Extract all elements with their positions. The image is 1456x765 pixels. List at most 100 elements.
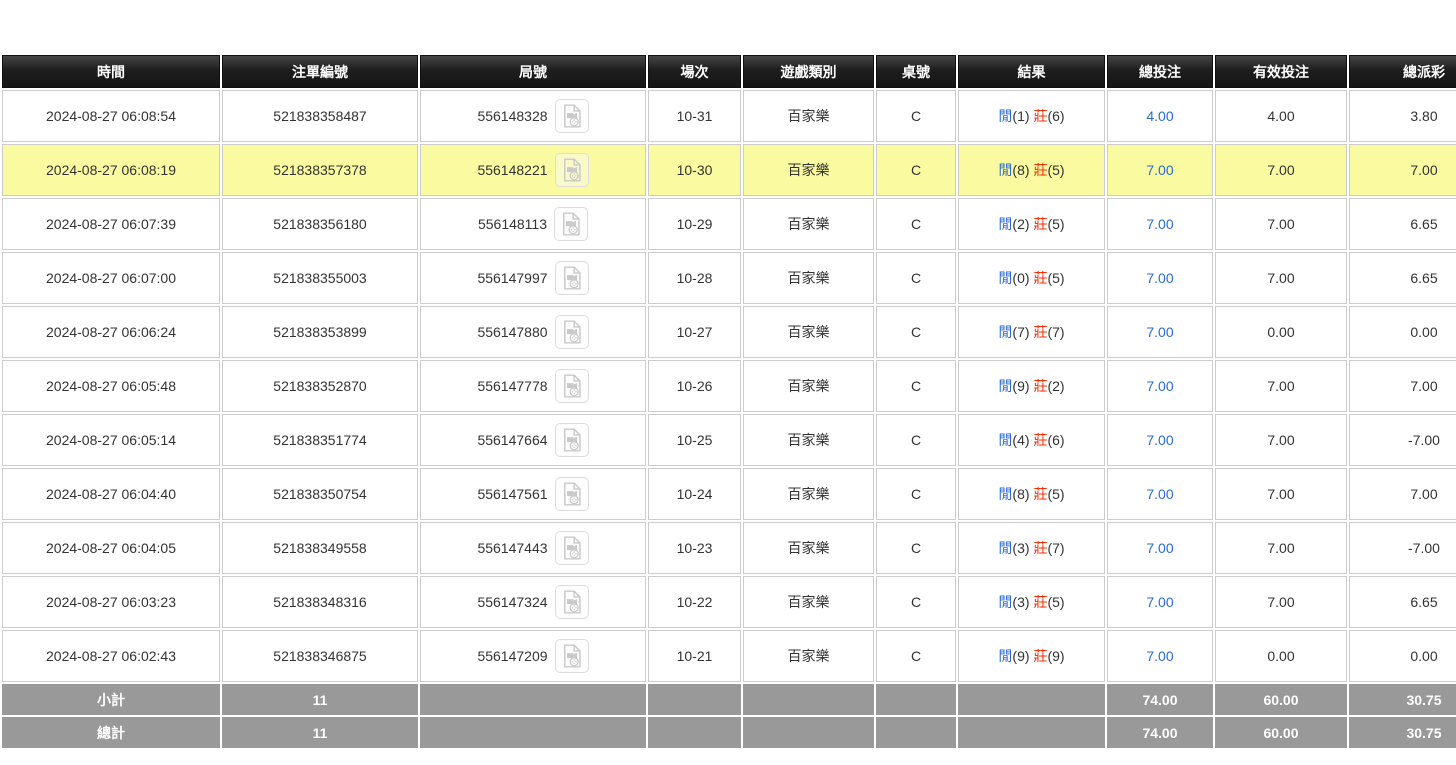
video-replay-button[interactable] — [554, 207, 588, 241]
grand-total-empty-cell — [648, 717, 741, 748]
table-row[interactable]: 2024-08-27 06:05:14 521838351774 5561476… — [2, 414, 1456, 466]
video-replay-button[interactable] — [555, 423, 589, 457]
video-replay-button[interactable] — [555, 369, 589, 403]
video-replay-button[interactable] — [555, 477, 589, 511]
cell-bet-id: 521838349558 — [222, 522, 418, 574]
bet-records-table: 時間 注單編號 局號 場次 遊戲類別 桌號 結果 總投注 有效投注 總派彩 20… — [0, 53, 1456, 750]
cell-total-payout: 7.00 — [1349, 144, 1456, 196]
video-replay-button[interactable] — [555, 99, 589, 133]
table-row[interactable]: 2024-08-27 06:04:05 521838349558 5561474… — [2, 522, 1456, 574]
table-row[interactable]: 2024-08-27 06:02:43 521838346875 5561472… — [2, 630, 1456, 682]
subtotal-empty-cell — [420, 684, 646, 715]
grand-total-empty-cell — [876, 717, 956, 748]
round-no-value: 556148328 — [477, 108, 547, 124]
cell-round-no: 556147209 — [420, 630, 646, 682]
subtotal-empty-cell — [876, 684, 956, 715]
table-row[interactable]: 2024-08-27 06:08:54 521838358487 5561483… — [2, 90, 1456, 142]
table-row[interactable]: 2024-08-27 06:06:24 521838353899 5561478… — [2, 306, 1456, 358]
video-replay-button[interactable] — [555, 153, 589, 187]
cell-valid-bet: 4.00 — [1215, 90, 1347, 142]
cell-result: 閒(3) 莊(7) — [958, 522, 1105, 574]
total-bet-link[interactable]: 7.00 — [1146, 378, 1173, 394]
total-bet-link[interactable]: 7.00 — [1146, 432, 1173, 448]
result-banker-label: 莊 — [1033, 486, 1047, 502]
video-icon — [559, 319, 585, 345]
result-player-label: 閒 — [998, 162, 1012, 178]
table-row[interactable]: 2024-08-27 06:07:00 521838355003 5561479… — [2, 252, 1456, 304]
table-row[interactable]: 2024-08-27 06:07:39 521838356180 5561481… — [2, 198, 1456, 250]
cell-round-no: 556147561 — [420, 468, 646, 520]
cell-total-bet: 7.00 — [1107, 144, 1213, 196]
grand-total-total-payout: 30.75 — [1349, 717, 1456, 748]
total-bet-link[interactable]: 7.00 — [1146, 270, 1173, 286]
cell-table-no: C — [876, 414, 956, 466]
result-player-label: 閒 — [998, 378, 1012, 394]
cell-total-payout: 7.00 — [1349, 468, 1456, 520]
total-bet-link[interactable]: 7.00 — [1146, 324, 1173, 340]
cell-table-no: C — [876, 522, 956, 574]
video-replay-button[interactable] — [555, 315, 589, 349]
result-player-label: 閒 — [998, 270, 1012, 286]
table-row[interactable]: 2024-08-27 06:04:40 521838350754 5561475… — [2, 468, 1456, 520]
cell-valid-bet: 7.00 — [1215, 522, 1347, 574]
total-bet-link[interactable]: 7.00 — [1146, 594, 1173, 610]
cell-total-bet: 7.00 — [1107, 576, 1213, 628]
cell-game-type: 百家樂 — [743, 252, 874, 304]
cell-valid-bet: 7.00 — [1215, 414, 1347, 466]
cell-total-payout: -7.00 — [1349, 414, 1456, 466]
round-no-value: 556147778 — [477, 378, 547, 394]
round-no-value: 556147664 — [477, 432, 547, 448]
cell-time: 2024-08-27 06:07:39 — [2, 198, 220, 250]
cell-time: 2024-08-27 06:07:00 — [2, 252, 220, 304]
table-row[interactable]: 2024-08-27 06:05:48 521838352870 5561477… — [2, 360, 1456, 412]
col-header-game-type: 遊戲類別 — [743, 55, 874, 88]
video-replay-button[interactable] — [555, 531, 589, 565]
cell-result: 閒(4) 莊(6) — [958, 414, 1105, 466]
cell-round-no: 556148221 — [420, 144, 646, 196]
result-banker-label: 莊 — [1033, 216, 1047, 232]
total-bet-link[interactable]: 7.00 — [1146, 540, 1173, 556]
cell-total-payout: 0.00 — [1349, 306, 1456, 358]
col-header-valid-bet: 有效投注 — [1215, 55, 1347, 88]
result-player-points: (2) — [1012, 216, 1029, 232]
cell-total-bet: 7.00 — [1107, 360, 1213, 412]
subtotal-valid-bet: 60.00 — [1215, 684, 1347, 715]
cell-total-bet: 7.00 — [1107, 468, 1213, 520]
cell-session: 10-23 — [648, 522, 741, 574]
result-banker-points: (6) — [1047, 432, 1064, 448]
video-icon — [558, 211, 584, 237]
total-bet-link[interactable]: 4.00 — [1146, 108, 1173, 124]
result-player-points: (4) — [1012, 432, 1029, 448]
cell-time: 2024-08-27 06:08:54 — [2, 90, 220, 142]
round-no-value: 556148113 — [478, 216, 547, 232]
cell-total-payout: 3.80 — [1349, 90, 1456, 142]
cell-valid-bet: 7.00 — [1215, 252, 1347, 304]
table-row[interactable]: 2024-08-27 06:03:23 521838348316 5561473… — [2, 576, 1456, 628]
total-bet-link[interactable]: 7.00 — [1146, 216, 1173, 232]
result-banker-points: (9) — [1047, 648, 1064, 664]
table-row[interactable]: 2024-08-27 06:08:19 521838357378 5561482… — [2, 144, 1456, 196]
cell-valid-bet: 7.00 — [1215, 144, 1347, 196]
total-bet-link[interactable]: 7.00 — [1146, 648, 1173, 664]
cell-time: 2024-08-27 06:04:05 — [2, 522, 220, 574]
video-replay-button[interactable] — [555, 585, 589, 619]
cell-total-payout: 6.65 — [1349, 198, 1456, 250]
result-player-points: (0) — [1012, 270, 1029, 286]
cell-game-type: 百家樂 — [743, 414, 874, 466]
cell-round-no: 556147997 — [420, 252, 646, 304]
col-header-table-no: 桌號 — [876, 55, 956, 88]
cell-round-no: 556148113 — [420, 198, 646, 250]
cell-game-type: 百家樂 — [743, 198, 874, 250]
video-replay-button[interactable] — [555, 639, 589, 673]
cell-total-bet: 7.00 — [1107, 252, 1213, 304]
video-replay-button[interactable] — [555, 261, 589, 295]
cell-time: 2024-08-27 06:03:23 — [2, 576, 220, 628]
cell-result: 閒(9) 莊(9) — [958, 630, 1105, 682]
total-bet-link[interactable]: 7.00 — [1146, 162, 1173, 178]
result-banker-points: (7) — [1047, 324, 1064, 340]
cell-valid-bet: 7.00 — [1215, 198, 1347, 250]
total-bet-link[interactable]: 7.00 — [1146, 486, 1173, 502]
cell-table-no: C — [876, 252, 956, 304]
result-player-points: (7) — [1012, 324, 1029, 340]
result-player-label: 閒 — [998, 432, 1012, 448]
